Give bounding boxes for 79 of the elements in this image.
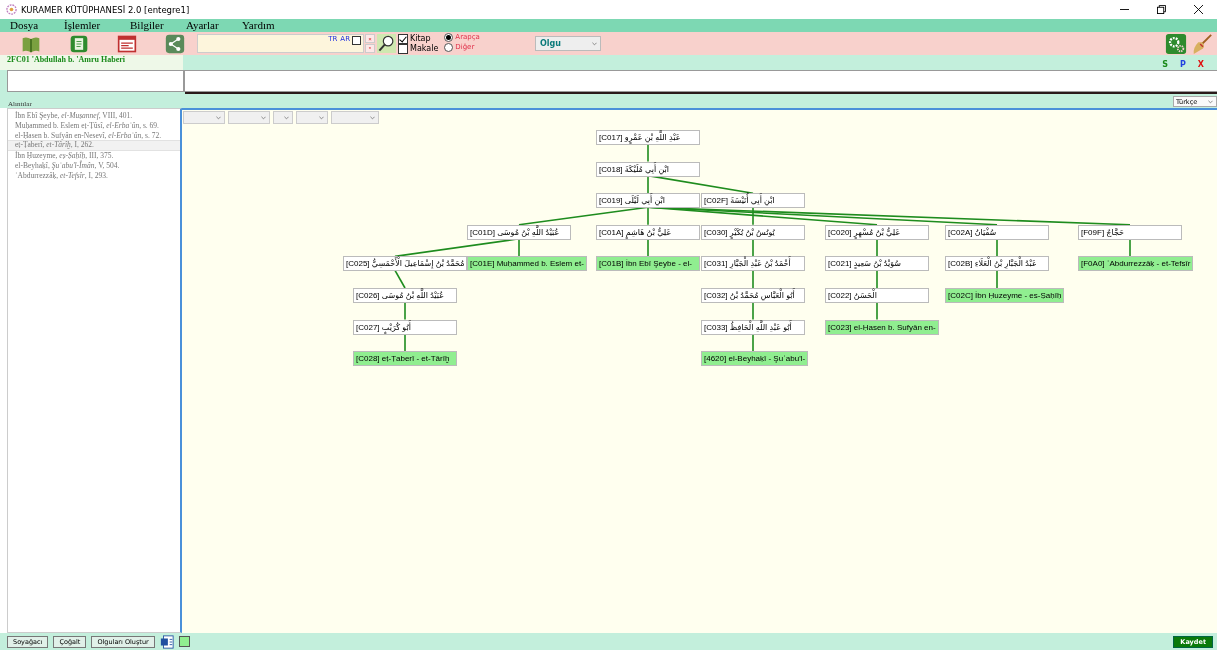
tree-node[interactable]: [C02C] İbn Ḥuzeyme - es-Ṣaḥîḥ (945, 288, 1065, 303)
caret-icon (1208, 99, 1213, 104)
menu-item[interactable]: Dosya (10, 19, 64, 32)
tree-node[interactable]: [C027] أَبُو كُرَيْبٍ (353, 319, 457, 335)
checkbox-label: Kitap (410, 33, 431, 44)
caret-icon (261, 115, 266, 120)
tree-node[interactable]: [F0A0] ʿAbdurrezzâḳ - et-Tefsîr (1078, 256, 1194, 272)
flag-label[interactable]: X (1197, 60, 1204, 70)
menu-item[interactable]: İşlemler (64, 19, 130, 32)
tree-node[interactable]: [C026] عُبَيْدُ اللَّهِ بْنُ مُوسَى (353, 288, 457, 303)
tree-node[interactable]: [C025] مُحَمَّدُ بْنُ إِسْمَاعِيلَ الْأَحْمَسِيُّ (343, 256, 468, 272)
connector-line (996, 269, 998, 289)
caret-icon (284, 115, 289, 120)
input-field[interactable] (7, 70, 184, 92)
tree-node[interactable]: [C022] الْحَسَنُ (825, 288, 929, 303)
tree-node[interactable]: [C018] ابْنِ أَبِي مُلَيْكَةَ (596, 161, 700, 177)
checkbox-label: Makale (410, 43, 439, 54)
type-checkbox[interactable] (398, 33, 408, 44)
tree-node[interactable]: [C019] ابْنِ أَبِي لَيْلَى (596, 193, 700, 209)
connector-line (394, 269, 406, 289)
tree-node[interactable]: [C031] أَحْمَدُ بْنُ عَبْدِ الْجَبَّارِ (701, 256, 805, 272)
window-title: KURAMER KÜTÜPHANESİ 2.0 [entegre1] (21, 4, 190, 15)
arabic-checkbox[interactable] (352, 36, 361, 45)
connector-line (647, 143, 649, 163)
broom-icon[interactable] (1191, 32, 1213, 55)
status-square (178, 636, 190, 647)
connector-line (752, 238, 754, 258)
tree-node[interactable]: [C02A] سُفْيَانُ (945, 224, 1049, 240)
tree-node[interactable]: [C017] عَبْدِ اللَّهِ بْنِ عَمْرٍو (596, 130, 700, 145)
connector-line (876, 238, 878, 258)
form-icon[interactable] (117, 33, 137, 54)
tree-node[interactable]: [F09F] حَجَّاجٌ (1078, 224, 1182, 240)
connector-line (404, 301, 406, 321)
tree-node[interactable]: [C02F] ابْنِ أَبِي أُنَيْسَةَ (701, 193, 805, 209)
caret-icon (591, 41, 597, 46)
tree-node[interactable]: [C020] عَلِيُّ بْنُ مُسْهِرٍ (825, 224, 929, 240)
document-icon[interactable] (69, 33, 89, 54)
tree-node[interactable]: [4620] el-Beyhaḳî - Şuʿabu'l- (701, 351, 809, 367)
tree-node[interactable]: [C032] أَبُو الْعَبَّاسِ مُحَمَّدُ بْنُ (701, 288, 805, 303)
connector-line (752, 301, 754, 321)
connector-line (996, 238, 998, 258)
tree-node[interactable]: [C01E] Muḥammed b. Eslem et- (467, 256, 587, 272)
restore-icon[interactable] (1157, 5, 1166, 14)
record-title: 2FC01 'Abdullah b. 'Amru Haberi (0, 55, 183, 70)
tree-node[interactable]: [C028] eṭ-Ṭaberî - et-Târîḫ (353, 351, 457, 367)
app-logo-icon (6, 4, 17, 15)
tree-node[interactable]: [C030] يُونُسُ بْنُ بُكَيْرٍ (701, 224, 805, 240)
tree-node[interactable]: [C01D] عُبَيْدُ اللَّهِ بْنُ مُوسَى (467, 224, 571, 240)
word-icon[interactable] (159, 634, 174, 649)
type-checkbox[interactable] (398, 43, 408, 54)
caret-icon (216, 115, 221, 120)
input-field[interactable] (184, 70, 1217, 92)
connector-line (1129, 238, 1131, 258)
category-dropdown[interactable]: Olgu (534, 36, 601, 51)
connector-line (647, 238, 649, 258)
search-icon[interactable] (377, 34, 396, 53)
gears-icon[interactable] (1165, 32, 1187, 55)
share-icon[interactable] (165, 33, 185, 54)
menu-item[interactable]: Yardım (242, 19, 275, 32)
script-radio[interactable] (444, 32, 454, 42)
script-radio[interactable] (444, 42, 454, 52)
caret-icon (319, 115, 324, 120)
flag-label[interactable]: S (1162, 60, 1168, 70)
connector-line (404, 332, 406, 352)
tree-node[interactable]: [C021] سُوَيْدُ بْنُ سَعِيدٍ (825, 256, 929, 272)
connector-line (876, 269, 878, 289)
flag-label[interactable]: P (1179, 60, 1186, 70)
tree-node[interactable]: [C01B] İbn Ebî Şeybe - el- (596, 256, 700, 272)
tree-node[interactable]: [C023] el-Ḥasen b. Sufyân en- (825, 319, 939, 335)
caret-icon (370, 115, 375, 120)
menu-item[interactable]: Ayarlar (186, 19, 242, 32)
tree-node[interactable]: [C02B] عَبْدُ الْجَبَّارِ بْنُ الْعَلَاءِ (945, 256, 1049, 272)
tree-node[interactable]: [C01A] عَلِيُّ بْنُ هَاشِمٍ (596, 224, 700, 240)
connector-line (876, 301, 878, 321)
connector-line (752, 269, 754, 289)
menu-item[interactable]: Bilgiler (130, 19, 186, 32)
connector-line (752, 332, 754, 352)
close-icon[interactable] (1194, 5, 1203, 14)
tree-node[interactable]: [C033] أَبُو عَبْدِ اللَّهِ الْحَافِظُ (701, 319, 805, 335)
